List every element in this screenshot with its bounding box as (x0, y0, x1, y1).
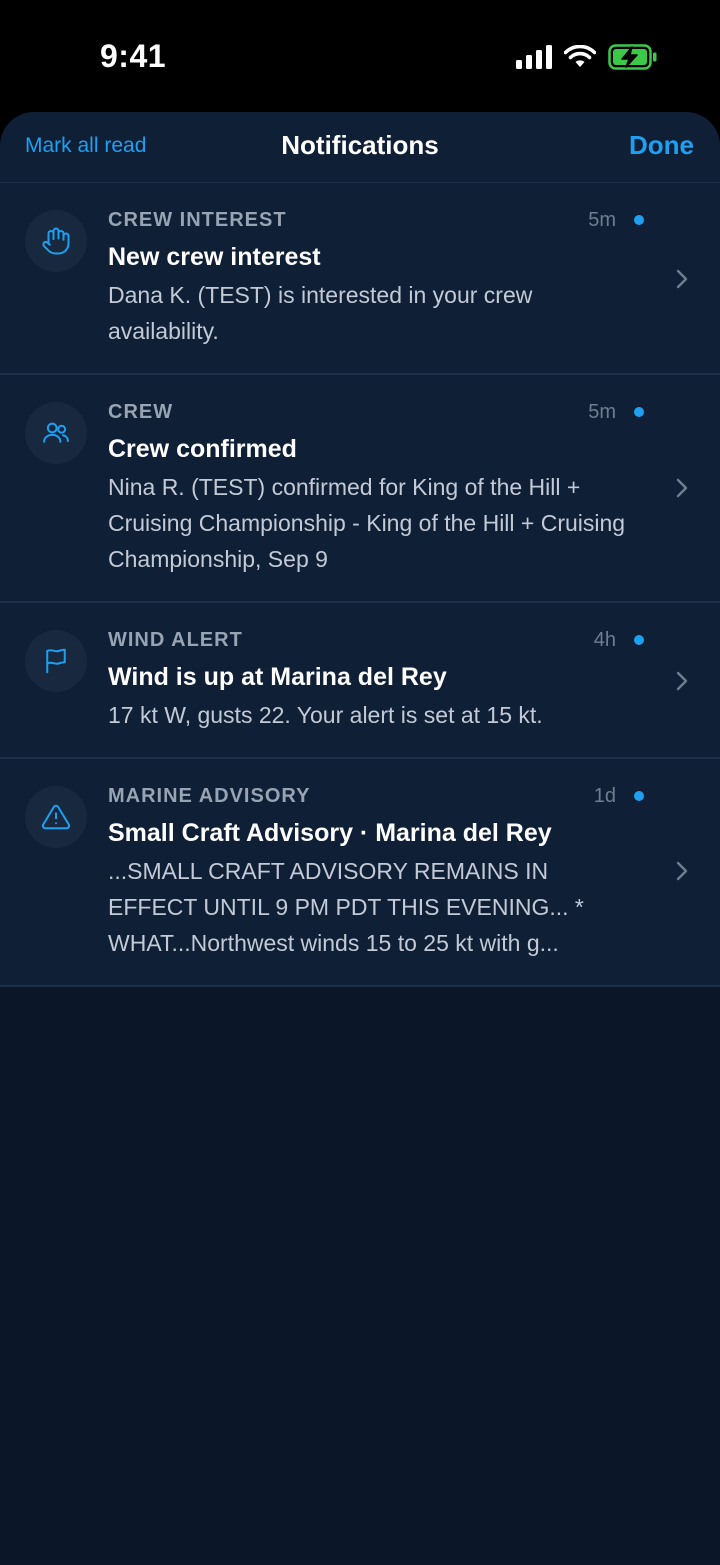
notification-title: Wind is up at Marina del Rey (108, 663, 447, 691)
notification-category: CREW (108, 401, 174, 423)
notification-time: 5m (588, 209, 616, 231)
status-time: 9:41 (100, 38, 167, 74)
notification-time: 5m (588, 401, 616, 423)
notification-category: MARINE ADVISORY (108, 785, 311, 807)
unread-dot (634, 215, 644, 225)
notifications-sheet: Mark all read Notifications Done CREW IN… (0, 112, 720, 1565)
notification-item[interactable]: MARINE ADVISORY Small Craft Advisory · M… (0, 759, 720, 987)
warning-icon (41, 804, 71, 830)
hand-icon (42, 227, 70, 255)
page-title: Notifications (281, 130, 439, 160)
notification-title: Small Craft Advisory · Marina del Rey (108, 819, 552, 847)
notification-icon-badge (25, 786, 87, 848)
notification-content: CREW Crew confirmed Nina R. (TEST) confi… (108, 401, 640, 577)
notification-item[interactable]: CREW INTEREST New crew interest Dana K. … (0, 183, 720, 375)
notification-title: Crew confirmed (108, 435, 297, 463)
battery-charging-icon (608, 44, 657, 70)
chevron-right-icon (676, 478, 688, 498)
chevron-right-icon (676, 269, 688, 289)
cellular-signal-icon (516, 45, 552, 69)
notification-title: New crew interest (108, 243, 321, 271)
notification-body: Dana K. (TEST) is interested in your cre… (108, 282, 533, 344)
notification-icon-badge (25, 210, 87, 272)
people-icon (43, 422, 69, 443)
done-button[interactable]: Done (629, 130, 694, 161)
notification-time: 1d (593, 785, 616, 807)
unread-dot (634, 407, 644, 417)
notification-icon-badge (25, 630, 87, 692)
unread-dot (634, 791, 644, 801)
unread-dot (634, 635, 644, 645)
status-bar: 9:41 (0, 0, 720, 112)
wifi-icon (564, 45, 596, 67)
notification-list: CREW INTEREST New crew interest Dana K. … (0, 183, 720, 987)
notification-body: 17 kt W, gusts 22. Your alert is set at … (108, 702, 543, 728)
notification-content: MARINE ADVISORY Small Craft Advisory · M… (108, 785, 640, 961)
notification-item[interactable]: WIND ALERT Wind is up at Marina del Rey … (0, 603, 720, 759)
notification-icon-badge (25, 402, 87, 464)
notification-category: CREW INTEREST (108, 209, 287, 231)
chevron-right-icon (676, 671, 688, 691)
notification-time: 4h (593, 629, 616, 651)
notification-item[interactable]: CREW Crew confirmed Nina R. (TEST) confi… (0, 375, 720, 603)
status-icons (516, 44, 658, 70)
notification-body: ...SMALL CRAFT ADVISORY REMAINS IN EFFEC… (108, 858, 584, 956)
nav-bar: Mark all read Notifications Done (0, 112, 720, 183)
notification-category: WIND ALERT (108, 629, 243, 651)
notification-content: CREW INTEREST New crew interest Dana K. … (108, 209, 640, 349)
notification-content: WIND ALERT Wind is up at Marina del Rey … (108, 629, 640, 733)
flag-icon (46, 648, 66, 674)
notification-body: Nina R. (TEST) confirmed for King of the… (108, 474, 626, 572)
chevron-right-icon (676, 861, 688, 881)
